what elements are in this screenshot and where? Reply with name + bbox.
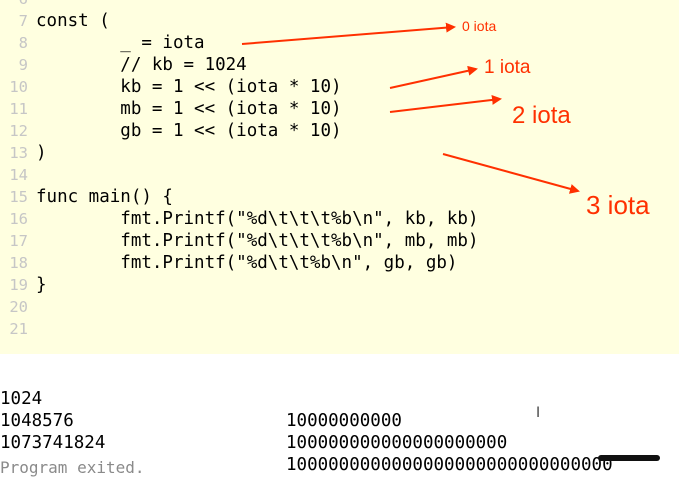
tooltip-bar — [598, 455, 660, 461]
output-binary: 10000000000 — [286, 411, 402, 431]
code-text: _ = iota — [36, 33, 205, 53]
line-number: 14 — [9, 166, 28, 184]
code-line: 14 — [0, 164, 36, 186]
annotation-0-iota: 0 iota — [462, 18, 497, 34]
line-number: 19 — [9, 276, 28, 294]
code-line: 6 — [0, 0, 36, 10]
output-binary: 1000000000000000000000000000000 — [286, 455, 613, 475]
code-line: 21 — [0, 318, 36, 340]
code-text: ) — [36, 143, 47, 163]
output-decimal: 1073741824 — [0, 433, 106, 453]
output-row: 1048576 100000000000000000000 — [0, 388, 507, 453]
line-number: 9 — [18, 56, 28, 74]
code-line: 10 kb = 1 << (iota * 10) — [0, 76, 342, 98]
code-text: fmt.Printf("%d\t\t\t%b\n", mb, mb) — [36, 231, 479, 251]
code-text: func main() { — [36, 187, 173, 207]
code-line: 12 gb = 1 << (iota * 10) — [0, 120, 342, 142]
code-line: 7 const ( — [0, 10, 110, 32]
output-binary: 100000000000000000000 — [286, 433, 508, 453]
code-line: 8 _ = iota — [0, 32, 205, 54]
line-number: 21 — [9, 320, 28, 338]
code-line: 16 fmt.Printf("%d\t\t\t%b\n", kb, kb) — [0, 208, 479, 230]
code-line: 15 func main() { — [0, 186, 173, 208]
code-text: // kb = 1024 — [36, 55, 247, 75]
line-number: 17 — [9, 232, 28, 250]
code-line: 11 mb = 1 << (iota * 10) — [0, 98, 342, 120]
annotation-3-iota: 3 iota — [586, 190, 650, 220]
code-text: const ( — [36, 11, 110, 31]
output-row: 1073741824 10000000000000000000000000000… — [0, 410, 613, 475]
line-number: 13 — [9, 144, 28, 162]
code-text: fmt.Printf("%d\t\t\t%b\n", kb, kb) — [36, 209, 479, 229]
code-text: fmt.Printf("%d\t\t%b\n", gb, gb) — [36, 253, 458, 273]
line-number: 20 — [9, 298, 28, 316]
code-editor[interactable]: 6 7 const ( 8 _ = iota 9 // kb = 1024 10 … — [0, 0, 679, 354]
line-number: 12 — [9, 122, 28, 140]
code-line: 17 fmt.Printf("%d\t\t\t%b\n", mb, mb) — [0, 230, 479, 252]
line-number: 16 — [9, 210, 28, 228]
code-text: mb = 1 << (iota * 10) — [36, 99, 342, 119]
code-line: 9 // kb = 1024 — [0, 54, 247, 76]
line-number: 7 — [18, 12, 28, 30]
code-line: 19} — [0, 274, 47, 296]
line-number: 8 — [18, 34, 28, 52]
line-number: 18 — [9, 254, 28, 272]
code-line: 18 fmt.Printf("%d\t\t%b\n", gb, gb) — [0, 252, 457, 274]
program-status: Program exited. — [0, 458, 145, 477]
code-line: 13) — [0, 142, 47, 164]
code-text: kb = 1 << (iota * 10) — [36, 77, 342, 97]
text-cursor-icon: I — [536, 405, 541, 421]
line-number: 15 — [9, 188, 28, 206]
code-text: } — [36, 275, 47, 295]
line-number: 11 — [9, 100, 28, 118]
annotation-2-iota: 2 iota — [512, 102, 571, 129]
annotation-1-iota: 1 iota — [484, 57, 531, 78]
code-line: 20 — [0, 296, 36, 318]
code-text: gb = 1 << (iota * 10) — [36, 121, 342, 141]
line-number: 10 — [9, 78, 28, 96]
output-row: 1024 10000000000 — [0, 366, 402, 431]
line-number: 6 — [0, 0, 28, 10]
